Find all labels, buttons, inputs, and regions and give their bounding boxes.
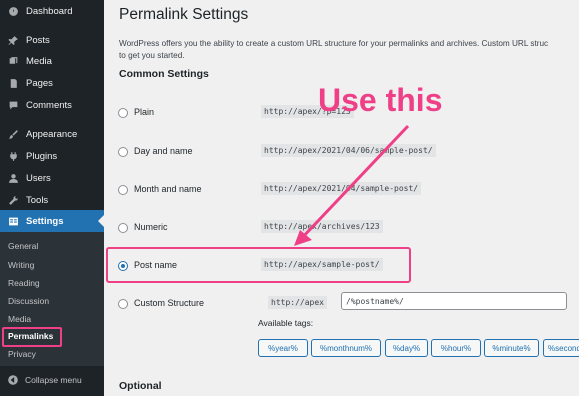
permalinks-highlight-box — [2, 327, 62, 347]
sidebar-item-tools[interactable]: Tools — [0, 189, 104, 211]
user-icon — [7, 172, 19, 184]
option-label: Custom Structure — [134, 298, 205, 308]
collapse-menu-button[interactable]: Collapse menu — [0, 369, 104, 391]
sidebar-item-label: Posts — [26, 34, 50, 46]
submenu-item-media[interactable]: Media — [8, 314, 31, 324]
sidebar-item-label: Media — [26, 55, 52, 67]
submenu-item-privacy[interactable]: Privacy — [8, 349, 36, 359]
collapse-icon — [8, 375, 18, 385]
option-label: Day and name — [134, 146, 193, 156]
comment-icon — [7, 99, 19, 111]
sidebar-item-label: Appearance — [26, 128, 78, 140]
sidebar-item-users[interactable]: Users — [0, 167, 104, 189]
sidebar-item-dashboard[interactable]: Dashboard — [0, 0, 104, 22]
tag-button-monthnum[interactable]: %monthnum% — [311, 339, 381, 357]
dashboard-icon — [7, 5, 19, 17]
page-icon — [7, 77, 19, 89]
tag-button-minute[interactable]: %minute% — [484, 339, 539, 357]
submenu-item-reading[interactable]: Reading — [8, 278, 40, 288]
sidebar-item-comments[interactable]: Comments — [0, 94, 104, 116]
plug-icon — [7, 150, 19, 162]
custom-structure-input[interactable] — [341, 292, 567, 310]
option-custom-structure[interactable]: Custom Structure http://apex — [118, 292, 578, 315]
radio-day-and-name[interactable] — [118, 147, 128, 157]
submenu-item-writing[interactable]: Writing — [8, 260, 34, 270]
common-settings-heading: Common Settings — [119, 68, 209, 80]
sidebar-item-label: Tools — [26, 194, 49, 206]
radio-numeric[interactable] — [118, 223, 128, 233]
intro-text: WordPress offers you the ability to crea… — [119, 38, 579, 62]
option-month-and-name[interactable]: Month and name http://apex/2021/04/sampl… — [118, 181, 578, 201]
sidebar-item-label: Settings — [26, 215, 64, 227]
sidebar-item-pages[interactable]: Pages — [0, 72, 104, 94]
wrench-icon — [7, 194, 19, 206]
radio-plain[interactable] — [118, 108, 128, 118]
optional-heading: Optional — [119, 380, 162, 392]
option-example-url: http://apex/2021/04/sample-post/ — [261, 182, 422, 195]
option-day-and-name[interactable]: Day and name http://apex/2021/04/06/samp… — [118, 143, 578, 163]
option-example-url: http://apex/archives/123 — [261, 220, 383, 233]
sidebar-item-media[interactable]: Media — [0, 50, 104, 72]
tag-button-year[interactable]: %year% — [258, 339, 308, 357]
option-numeric[interactable]: Numeric http://apex/archives/123 — [118, 219, 578, 239]
main-content: Permalink Settings WordPress offers you … — [104, 0, 579, 396]
available-tags-label: Available tags: — [258, 318, 314, 328]
media-icon — [7, 55, 19, 67]
option-example-url: http://apex/2021/04/06/sample-post/ — [261, 144, 436, 157]
intro-line-1: WordPress offers you the ability to crea… — [119, 39, 549, 48]
page-title: Permalink Settings — [119, 6, 249, 23]
admin-sidebar: Dashboard Posts Media Pages Comments App… — [0, 0, 104, 396]
settings-icon — [7, 215, 19, 227]
radio-custom-structure[interactable] — [118, 299, 128, 309]
sidebar-item-label: Comments — [26, 99, 72, 111]
option-label: Numeric — [134, 222, 168, 232]
custom-url-prefix: http://apex — [268, 296, 327, 309]
pin-icon — [7, 34, 19, 46]
sidebar-item-label: Dashboard — [26, 5, 73, 17]
sidebar-item-appearance[interactable]: Appearance — [0, 123, 104, 145]
submenu-item-discussion[interactable]: Discussion — [8, 296, 49, 306]
post-name-highlight-box — [106, 247, 411, 283]
collapse-menu-label: Collapse menu — [25, 375, 82, 385]
radio-month-and-name[interactable] — [118, 185, 128, 195]
sidebar-item-plugins[interactable]: Plugins — [0, 145, 104, 167]
tag-button-hour[interactable]: %hour% — [431, 339, 481, 357]
intro-line-2: to get you started. — [119, 51, 185, 60]
tag-button-day[interactable]: %day% — [385, 339, 428, 357]
sidebar-item-posts[interactable]: Posts — [0, 29, 104, 51]
annotation-text: Use this — [318, 82, 443, 118]
tag-button-second[interactable]: %second% — [543, 339, 579, 357]
option-label: Month and name — [134, 184, 202, 194]
sidebar-item-settings[interactable]: Settings — [0, 210, 104, 232]
sidebar-item-label: Users — [26, 172, 51, 184]
option-label: Plain — [134, 107, 155, 117]
brush-icon — [7, 128, 19, 140]
sidebar-item-label: Pages — [26, 77, 53, 89]
sidebar-item-label: Plugins — [26, 150, 58, 162]
submenu-item-general[interactable]: General — [8, 241, 38, 251]
